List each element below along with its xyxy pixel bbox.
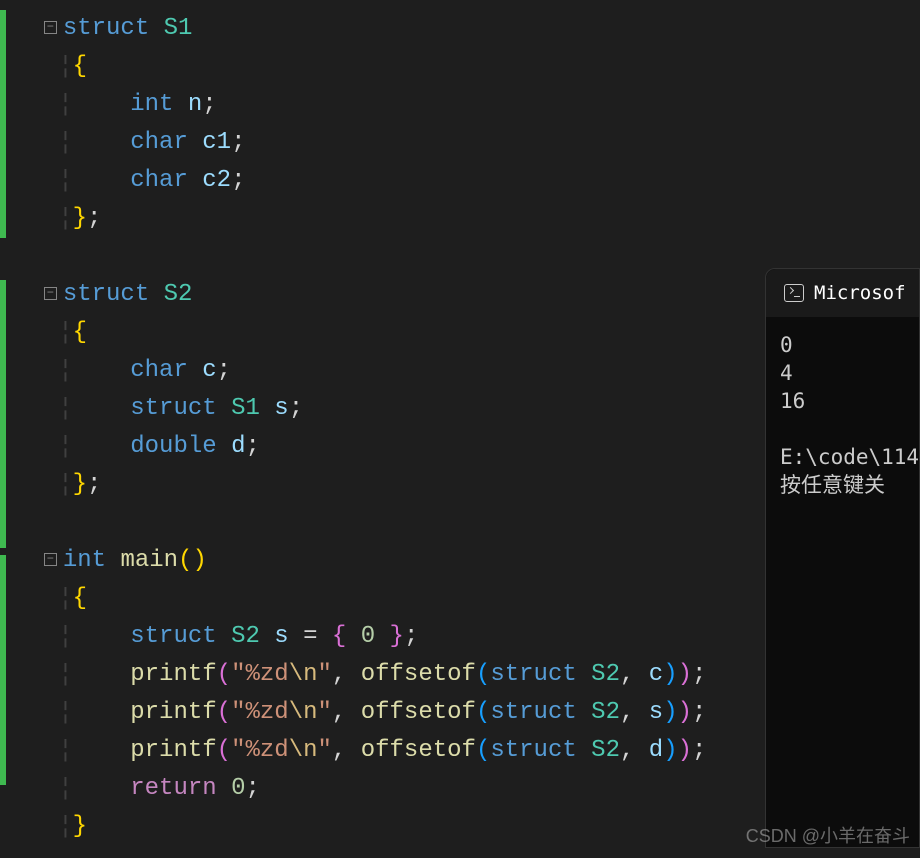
watermark: CSDN @小羊在奋斗: [746, 822, 910, 848]
terminal-window[interactable]: Microsof 0 4 16 E:\code\114 按任意键关: [765, 268, 920, 848]
output-line: 0: [780, 333, 793, 357]
identifier: n: [188, 91, 202, 118]
brace: }: [73, 813, 87, 840]
identifier: c2: [202, 167, 231, 194]
brace: }: [73, 205, 87, 232]
function-call: printf: [130, 737, 216, 764]
code-line[interactable]: ¦ char c1;: [15, 124, 920, 162]
code-line[interactable]: −struct S1: [15, 10, 920, 48]
keyword: char: [130, 129, 188, 156]
brace: {: [73, 319, 87, 346]
keyword: return: [130, 775, 216, 802]
identifier: c: [202, 357, 216, 384]
keyword: int: [130, 91, 173, 118]
identifier: c1: [202, 129, 231, 156]
type-name: S1: [231, 395, 260, 422]
keyword: double: [130, 433, 216, 460]
brace: }: [73, 471, 87, 498]
terminal-titlebar[interactable]: Microsof: [766, 269, 919, 317]
terminal-icon: [784, 284, 804, 302]
code-line[interactable]: ¦{: [15, 48, 920, 86]
output-line: 4: [780, 361, 793, 385]
number-literal: 0: [231, 775, 245, 802]
identifier: d: [231, 433, 245, 460]
output-line: 16: [780, 389, 805, 413]
keyword: char: [130, 167, 188, 194]
type-name: S2: [164, 281, 193, 308]
terminal-output[interactable]: 0 4 16 E:\code\114 按任意键关: [766, 317, 919, 499]
function-call: printf: [130, 699, 216, 726]
output-line: 按任意键关: [780, 473, 885, 497]
keyword: struct: [63, 281, 149, 308]
macro-call: offsetof: [361, 737, 476, 764]
identifier: s: [274, 623, 288, 650]
fold-icon[interactable]: −: [44, 287, 57, 300]
keyword: struct: [63, 15, 149, 42]
fold-icon[interactable]: −: [44, 21, 57, 34]
keyword: int: [63, 547, 106, 574]
brace: {: [73, 585, 87, 612]
number-literal: 0: [361, 623, 375, 650]
code-line[interactable]: ¦ int n;: [15, 86, 920, 124]
function-call: printf: [130, 661, 216, 688]
type-name: S1: [164, 15, 193, 42]
output-line: E:\code\114: [780, 445, 919, 469]
terminal-title: Microsof: [814, 282, 906, 304]
macro-call: offsetof: [361, 699, 476, 726]
keyword: struct: [130, 623, 216, 650]
code-line[interactable]: ¦};: [15, 200, 920, 238]
function-name: main: [120, 547, 178, 574]
keyword: struct: [130, 395, 216, 422]
type-name: S2: [231, 623, 260, 650]
macro-call: offsetof: [361, 661, 476, 688]
fold-icon[interactable]: −: [44, 553, 57, 566]
code-line[interactable]: ¦ char c2;: [15, 162, 920, 200]
keyword: char: [130, 357, 188, 384]
identifier: s: [274, 395, 288, 422]
brace: {: [73, 53, 87, 80]
